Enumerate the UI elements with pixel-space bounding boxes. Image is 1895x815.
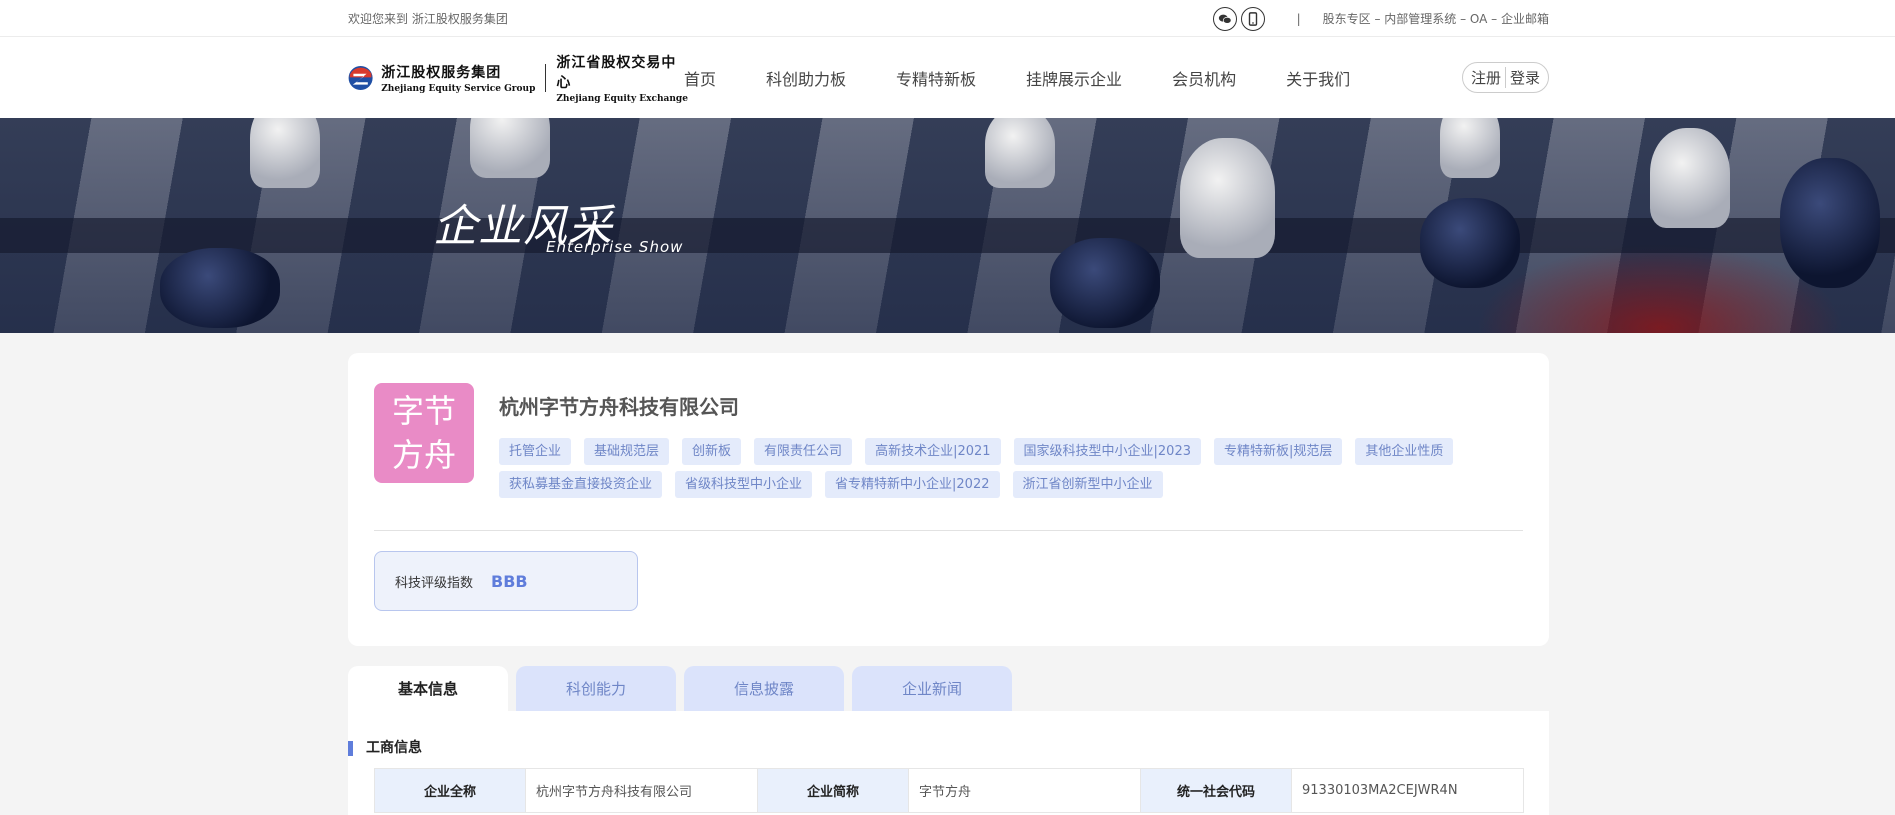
company-name: 杭州字节方舟科技有限公司 <box>499 395 739 419</box>
logo-en-2: Zhejiang Equity Exchange <box>556 93 688 104</box>
tag: 有限责任公司 <box>754 438 853 465</box>
register-button[interactable]: 注册 <box>1463 67 1505 88</box>
tag: 专精特新板|规范层 <box>1214 438 1343 465</box>
chess-piece-3 <box>1180 138 1275 258</box>
chess-piece-6 <box>1440 118 1500 178</box>
welcome-text: 欢迎您来到 浙江股权服务集团 <box>348 12 508 26</box>
chess-piece-1 <box>250 118 320 188</box>
banner-band <box>0 218 1895 253</box>
tech-rating-label: 科技评级指数 <box>395 575 474 591</box>
basic-info-panel: 工商信息 企业全称 杭州字节方舟科技有限公司 企业简称 字节方舟 统一社会代码 … <box>348 711 1549 815</box>
section-title: 工商信息 <box>348 741 1549 756</box>
logo[interactable]: 浙江股权服务集团 Zhejiang Equity Service Group 浙… <box>348 52 688 104</box>
tab-disclosure[interactable]: 信息披露 <box>684 666 844 711</box>
logo-cn-1: 浙江股权服务集团 <box>381 64 502 81</box>
wechat-icon[interactable] <box>1212 6 1237 31</box>
logo-cn-2: 浙江省股权交易中心 <box>556 54 677 91</box>
login-button[interactable]: 登录 <box>1504 67 1548 88</box>
main-nav: 首页 科创助力板 专精特新板 挂牌展示企业 会员机构 关于我们 <box>684 66 1400 90</box>
tag: 创新板 <box>682 438 742 465</box>
nav-members[interactable]: 会员机构 <box>1172 66 1236 90</box>
tag: 国家级科技型中小企业|2023 <box>1013 438 1201 465</box>
logo-divider <box>545 63 547 92</box>
company-tags: 托管企业 基础规范层 创新板 有限责任公司 高新技术企业|2021 国家级科技型… <box>499 438 1499 504</box>
header: 浙江股权服务集团 Zhejiang Equity Service Group 浙… <box>0 37 1895 118</box>
logo-en-1: Zhejiang Equity Service Group <box>381 83 536 94</box>
business-info-table: 企业全称 杭州字节方舟科技有限公司 企业简称 字节方舟 统一社会代码 91330… <box>374 768 1524 813</box>
table-value-cell: 字节方舟 <box>908 769 1141 812</box>
company-card: 字节方舟 杭州字节方舟科技有限公司 托管企业 基础规范层 创新板 有限责任公司 … <box>348 353 1549 646</box>
chess-piece-9 <box>160 248 280 328</box>
detail-tabs: 基本信息 科创能力 信息披露 企业新闻 <box>348 666 1549 711</box>
tech-rating-value: BBB <box>491 571 528 591</box>
chess-piece-5 <box>1650 128 1730 228</box>
nav-home[interactable]: 首页 <box>684 66 716 90</box>
logo-mark-icon <box>348 65 373 90</box>
tag: 基础规范层 <box>584 438 670 465</box>
table-header-cell: 企业简称 <box>758 769 908 812</box>
table-header-cell: 统一社会代码 <box>1141 769 1291 812</box>
tag: 省专精特新中小企业|2022 <box>825 471 1000 498</box>
banner-subtitle: Enterprise Show <box>546 238 684 256</box>
auth-buttons: 注册 登录 <box>1461 62 1549 93</box>
chess-piece-8 <box>1420 198 1520 288</box>
table-value-cell: 91330103MA2CEJWR4N <box>1291 769 1523 812</box>
tag: 获私募基金直接投资企业 <box>499 471 663 498</box>
nav-kechuang[interactable]: 科创助力板 <box>766 66 846 90</box>
tab-basic-info[interactable]: 基本信息 <box>348 666 508 711</box>
nav-listed[interactable]: 挂牌展示企业 <box>1026 66 1122 90</box>
tag: 浙江省创新型中小企业 <box>1012 471 1163 498</box>
tab-innovation[interactable]: 科创能力 <box>516 666 676 711</box>
table-value-cell: 杭州字节方舟科技有限公司 <box>525 769 758 812</box>
tag: 省级科技型中小企业 <box>675 471 813 498</box>
mobile-icon[interactable] <box>1240 6 1265 31</box>
top-separator: | <box>1296 11 1301 26</box>
tag: 高新技术企业|2021 <box>865 438 1001 465</box>
nav-zhuanjing[interactable]: 专精特新板 <box>896 66 976 90</box>
top-bar: 欢迎您来到 浙江股权服务集团 | 股东专区 – 内部管理系统 – OA – 企业… <box>0 0 1895 37</box>
chess-piece-2 <box>470 118 550 178</box>
nav-about[interactable]: 关于我们 <box>1286 66 1350 90</box>
tech-rating-box: 科技评级指数 BBB <box>374 551 638 611</box>
banner: 企业风采 Enterprise Show <box>0 118 1895 333</box>
chess-piece-10 <box>1780 158 1880 288</box>
top-links[interactable]: 股东专区 – 内部管理系统 – OA – 企业邮箱 <box>1323 10 1549 27</box>
tag: 托管企业 <box>499 438 572 465</box>
table-header-cell: 企业全称 <box>375 769 525 812</box>
card-divider <box>374 530 1523 531</box>
company-avatar: 字节方舟 <box>374 383 474 483</box>
chess-piece-7 <box>1050 238 1160 328</box>
chess-piece-4 <box>985 118 1055 188</box>
tab-news[interactable]: 企业新闻 <box>852 666 1012 711</box>
tag: 其他企业性质 <box>1355 438 1454 465</box>
